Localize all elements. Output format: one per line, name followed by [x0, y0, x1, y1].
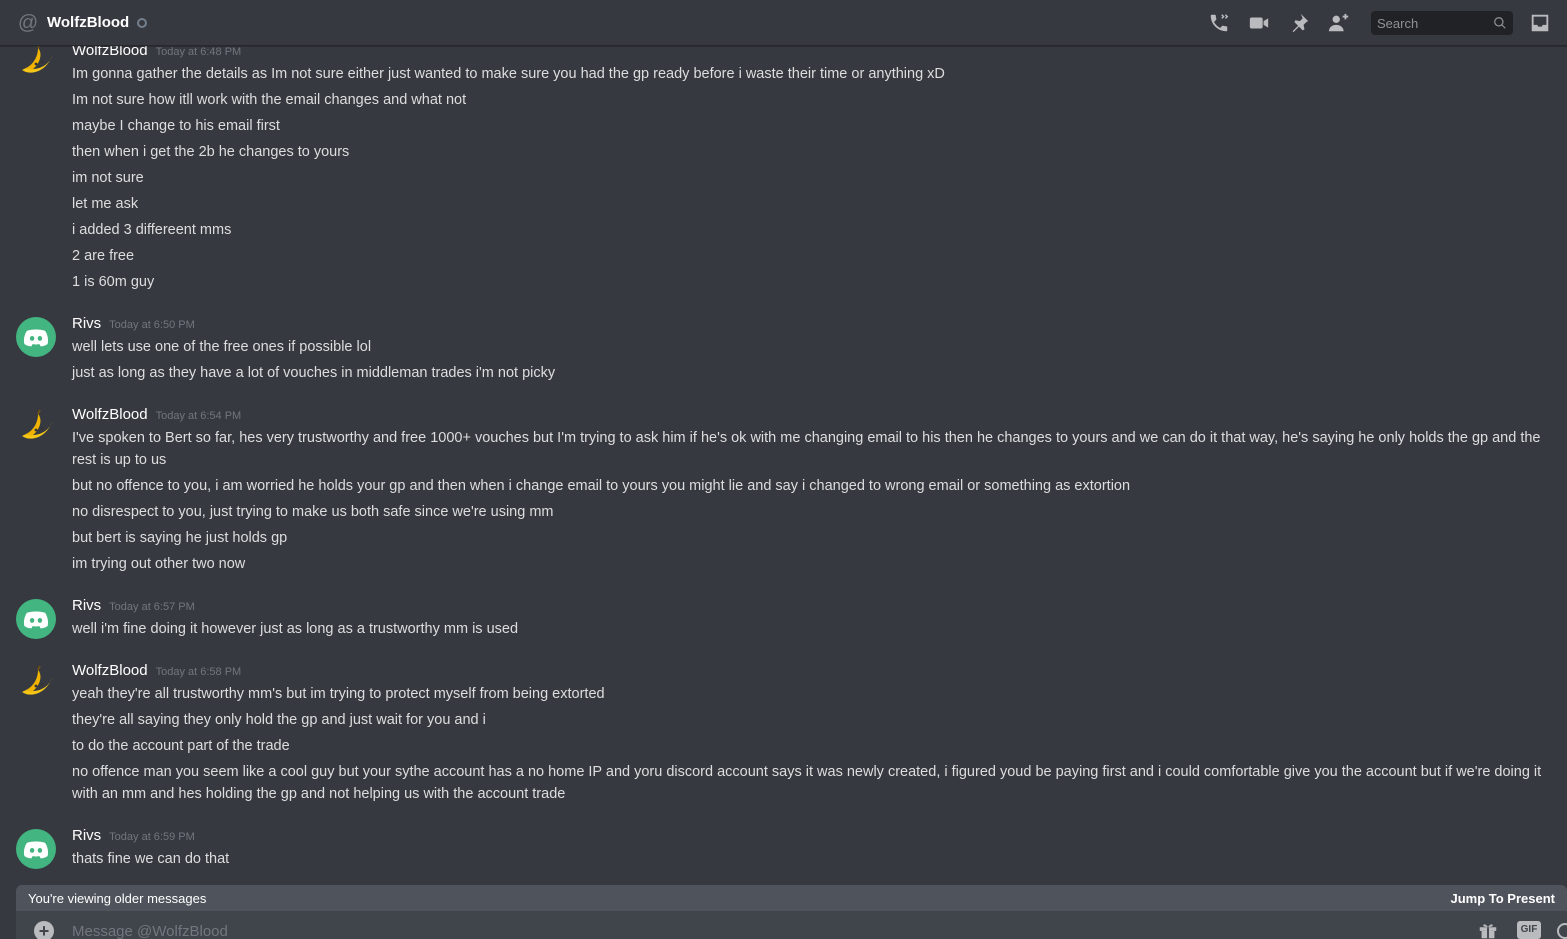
- older-messages-bar: You're viewing older messages Jump To Pr…: [16, 885, 1567, 911]
- channel-header: @ WolfzBlood: [0, 0, 1567, 46]
- message-text: just as long as they have a lot of vouch…: [72, 365, 556, 381]
- older-messages-text: You're viewing older messages: [28, 890, 207, 906]
- upload-plus-icon[interactable]: +: [34, 921, 54, 939]
- author-line: WolfzBlood Today at 6:58 PM: [72, 662, 241, 682]
- username[interactable]: WolfzBlood: [72, 662, 148, 679]
- search-icon: [1493, 16, 1507, 30]
- message-text: to do the account part of the trade: [72, 738, 290, 754]
- message-input[interactable]: [72, 922, 1372, 939]
- message-text: they're all saying they only hold the gp…: [72, 712, 486, 728]
- start-voice-call-icon[interactable]: [1207, 11, 1231, 35]
- message-text: no disrespect to you, just trying to mak…: [72, 504, 554, 520]
- banana-avatar-icon: [22, 43, 52, 73]
- timestamp: Today at 6:54 PM: [155, 410, 242, 422]
- timestamp: Today at 6:57 PM: [109, 601, 195, 613]
- message-text: im not sure: [72, 170, 144, 186]
- username[interactable]: Rivs: [72, 827, 101, 844]
- message-text: im trying out other two now: [72, 556, 246, 572]
- channel-name: WolfzBlood: [47, 14, 130, 31]
- avatar[interactable]: [16, 829, 56, 869]
- message-text: but no offence to you, i am worried he h…: [72, 478, 1131, 494]
- message-text: well lets use one of the free ones if po…: [72, 339, 372, 355]
- offline-status-icon: [137, 17, 148, 28]
- message-text: Im not sure how itll work with the email…: [72, 92, 467, 108]
- pinned-messages-icon[interactable]: [1287, 11, 1311, 35]
- message-text: but bert is saying he just holds gp: [72, 530, 288, 546]
- emoji-picker-icon[interactable]: [1557, 923, 1567, 939]
- author-line: Rivs Today at 6:57 PM: [72, 597, 195, 617]
- message-text: I've spoken to Bert so far, hes very tru…: [72, 430, 1541, 468]
- discord-logo-icon: [23, 840, 49, 858]
- author-line: Rivs Today at 6:50 PM: [72, 315, 195, 335]
- discord-logo-icon: [23, 328, 49, 346]
- banana-avatar-icon: [22, 409, 52, 439]
- username[interactable]: Rivs: [72, 597, 101, 614]
- inbox-icon[interactable]: [1529, 12, 1551, 34]
- search-input[interactable]: [1371, 15, 1481, 31]
- message-list: WolfzBlood Today at 6:48 PM Im gonna gat…: [0, 38, 1567, 883]
- avatar[interactable]: [16, 317, 56, 357]
- message-text: then when i get the 2b he changes to you…: [72, 144, 350, 160]
- message-text: thats fine we can do that: [72, 851, 230, 867]
- message-text: no offence man you seem like a cool guy …: [72, 764, 1542, 802]
- message-text: i added 3 differeent mms: [72, 222, 232, 238]
- avatar[interactable]: [16, 664, 56, 704]
- message-text: yeah they're all trustworthy mm's but im…: [72, 686, 605, 702]
- start-video-call-icon[interactable]: [1247, 11, 1271, 35]
- add-friends-to-dm-icon[interactable]: [1327, 11, 1351, 35]
- timestamp: Today at 6:50 PM: [109, 319, 195, 331]
- gif-picker-icon[interactable]: GIF: [1517, 921, 1541, 939]
- message-text: Im gonna gather the details as Im not su…: [72, 66, 945, 82]
- username[interactable]: WolfzBlood: [72, 406, 148, 423]
- discord-logo-icon: [23, 610, 49, 628]
- timestamp: Today at 6:59 PM: [109, 831, 195, 843]
- banana-avatar-icon: [22, 665, 52, 695]
- message-text: maybe I change to his email first: [72, 118, 280, 134]
- message-text: let me ask: [72, 196, 139, 212]
- username[interactable]: Rivs: [72, 315, 101, 332]
- timestamp: Today at 6:58 PM: [155, 666, 242, 678]
- avatar[interactable]: [16, 408, 56, 448]
- search-bar[interactable]: [1371, 11, 1513, 35]
- message-text: well i'm fine doing it however just as l…: [72, 621, 519, 637]
- message-composer: + GIF: [16, 911, 1567, 939]
- message-text: 1 is 60m guy: [72, 274, 155, 290]
- at-sign-icon: @: [17, 11, 39, 34]
- message-text: 2 are free: [72, 248, 135, 264]
- author-line: Rivs Today at 6:59 PM: [72, 827, 195, 847]
- author-line: WolfzBlood Today at 6:54 PM: [72, 406, 241, 426]
- jump-to-present-button[interactable]: Jump To Present: [1450, 891, 1555, 906]
- timestamp: Today at 6:48 PM: [155, 46, 242, 58]
- avatar[interactable]: [16, 599, 56, 639]
- gift-icon[interactable]: [1477, 919, 1499, 939]
- avatar[interactable]: [16, 42, 56, 82]
- header-toolbar: [1207, 0, 1567, 46]
